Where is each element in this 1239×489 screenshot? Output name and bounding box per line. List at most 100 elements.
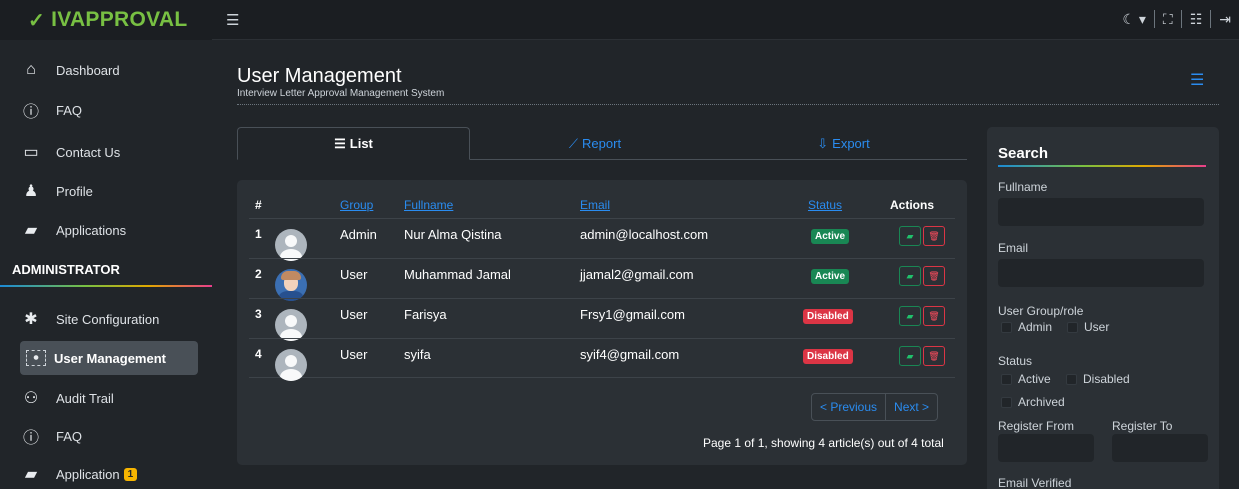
delete-button[interactable]: 🗑 (923, 306, 945, 326)
sidebar-item-label: User Management (54, 350, 166, 366)
row-email: admin@localhost.com (580, 227, 709, 242)
avatar (275, 349, 307, 381)
search-panel: Search Fullname Email User Group/role Ad… (987, 127, 1219, 489)
next-page-button[interactable]: Next > (885, 394, 937, 420)
row-actions: ▰ 🗑 (899, 266, 945, 286)
user-table-card: # Group Fullname Email Status Actions 1 … (237, 180, 967, 465)
column-header-status[interactable]: Status (808, 198, 842, 212)
sidebar-item-label: Dashboard (56, 62, 120, 78)
fullname-label: Fullname (998, 180, 1048, 194)
checkbox-label: Archived (1018, 395, 1065, 409)
email-input[interactable] (998, 259, 1204, 287)
options-menu-icon[interactable]: ☰ (1190, 70, 1204, 90)
status-badge: Active (811, 229, 850, 244)
row-group: User (340, 347, 368, 362)
brand-logo[interactable]: ✓ IVAPPROVAL (0, 0, 212, 40)
checkbox[interactable] (1001, 321, 1012, 333)
column-header-fullname[interactable]: Fullname (404, 198, 453, 212)
column-header-email[interactable]: Email (580, 198, 610, 212)
page-title: User Management (237, 65, 402, 87)
row-fullname: Muhammad Jamal (404, 267, 511, 282)
list-icon[interactable]: ☷ (1190, 11, 1203, 28)
group-admin-checkbox[interactable]: Admin (1001, 320, 1052, 334)
section-divider (0, 285, 212, 287)
brand-name: IVAPPROVAL (51, 8, 188, 31)
sidebar-item-application[interactable]: ▰ Application 1 (20, 457, 198, 489)
row-number: 4 (255, 347, 262, 361)
top-right-tools: ☾ ▾ ⛶ ☷ ⇥ (1122, 10, 1231, 28)
open-folder-button[interactable]: ▰ (899, 266, 921, 286)
sidebar-item-faq-admin[interactable]: ⓘ FAQ (20, 419, 198, 453)
sitemap-icon: ⚇ (23, 390, 39, 407)
divider (1153, 10, 1155, 28)
checkbox-label: Disabled (1083, 372, 1130, 386)
sidebar-item-applications[interactable]: ▰ Applications (20, 213, 198, 247)
folder-icon: ▰ (24, 466, 38, 483)
checkbox-label: User (1084, 320, 1110, 334)
register-to-input[interactable] (1112, 434, 1208, 462)
status-badge: Disabled (803, 309, 853, 324)
search-divider (998, 165, 1206, 167)
previous-page-button[interactable]: < Previous (812, 394, 885, 420)
users-icon: ꔷ (26, 350, 46, 366)
checkbox[interactable] (1066, 373, 1077, 385)
fullscreen-icon[interactable]: ⛶ (1163, 11, 1173, 28)
email-label: Email (998, 241, 1029, 255)
row-group: Admin (340, 227, 377, 242)
dashboard-icon: ⌂ (26, 61, 36, 78)
list-icon: ☰ (334, 135, 346, 151)
delete-button[interactable]: 🗑 (923, 266, 945, 286)
table-row: 2 User Muhammad Jamal jjamal2@gmail.com … (249, 258, 955, 301)
theme-icon[interactable]: ☾ ▾ (1122, 11, 1145, 28)
help-icon: ⓘ (22, 104, 39, 121)
sidebar-item-audit-trail[interactable]: ⚇ Audit Trail (20, 381, 198, 415)
row-email: syif4@gmail.com (580, 347, 680, 362)
sidebar-item-contact[interactable]: ▭ Contact Us (20, 135, 198, 169)
sidebar: ⌂ Dashboard ⓘ FAQ ▭ Contact Us ♟ Profile… (0, 40, 212, 489)
sidebar-item-profile[interactable]: ♟ Profile (20, 174, 198, 208)
table-row: 3 User Farisya Frsy1@gmail.com Disabled … (249, 298, 955, 341)
status-archived-checkbox[interactable]: Archived (1001, 395, 1065, 409)
tab-list[interactable]: ☰ List (237, 127, 470, 160)
status-active-checkbox[interactable]: Active (1001, 372, 1051, 386)
row-actions: ▰ 🗑 (899, 346, 945, 366)
sidebar-item-faq[interactable]: ⓘ FAQ (20, 93, 198, 127)
sidebar-item-user-management[interactable]: ꔷ User Management (20, 341, 198, 375)
status-disabled-checkbox[interactable]: Disabled (1066, 372, 1130, 386)
header-divider (237, 104, 1219, 105)
sidebar-item-dashboard[interactable]: ⌂ Dashboard (20, 53, 198, 87)
checkbox[interactable] (1001, 373, 1012, 385)
delete-button[interactable]: 🗑 (923, 346, 945, 366)
sidebar-item-label: FAQ (56, 102, 83, 118)
register-from-input[interactable] (998, 434, 1094, 462)
sidebar-item-label: Profile (56, 183, 93, 199)
section-header-administrator: ADMINISTRATOR (12, 262, 120, 277)
checkbox[interactable] (1067, 321, 1078, 333)
avatar (275, 229, 307, 261)
open-folder-button[interactable]: ▰ (899, 226, 921, 246)
row-group: User (340, 267, 368, 282)
logout-icon[interactable]: ⇥ (1219, 11, 1231, 28)
row-number: 1 (255, 227, 262, 241)
check-icon: ✓ (28, 9, 46, 32)
tab-report[interactable]: ⟋ Report (470, 127, 720, 160)
tab-bar: ☰ List ⟋ Report ⇩ Export (237, 127, 967, 160)
chat-icon: ▭ (23, 144, 39, 161)
tab-label: Export (832, 136, 870, 151)
column-header-group[interactable]: Group (340, 198, 373, 212)
search-title: Search (998, 145, 1049, 162)
delete-button[interactable]: 🗑 (923, 226, 945, 246)
email-verified-label: Email Verified (998, 476, 1072, 489)
open-folder-button[interactable]: ▰ (899, 346, 921, 366)
menu-icon[interactable]: ☰ (226, 11, 239, 29)
sidebar-item-label: Contact Us (56, 144, 121, 160)
tab-label: List (349, 136, 373, 151)
sidebar-item-site-configuration[interactable]: ✱ Site Configuration (20, 302, 198, 336)
status-badge: Disabled (803, 349, 853, 364)
group-user-checkbox[interactable]: User (1067, 320, 1109, 334)
tab-export[interactable]: ⇩ Export (720, 127, 967, 160)
checkbox[interactable] (1001, 396, 1012, 408)
fullname-input[interactable] (998, 198, 1204, 226)
open-folder-button[interactable]: ▰ (899, 306, 921, 326)
top-bar: ✓ IVAPPROVAL ☰ ☾ ▾ ⛶ ☷ ⇥ (0, 0, 1239, 40)
